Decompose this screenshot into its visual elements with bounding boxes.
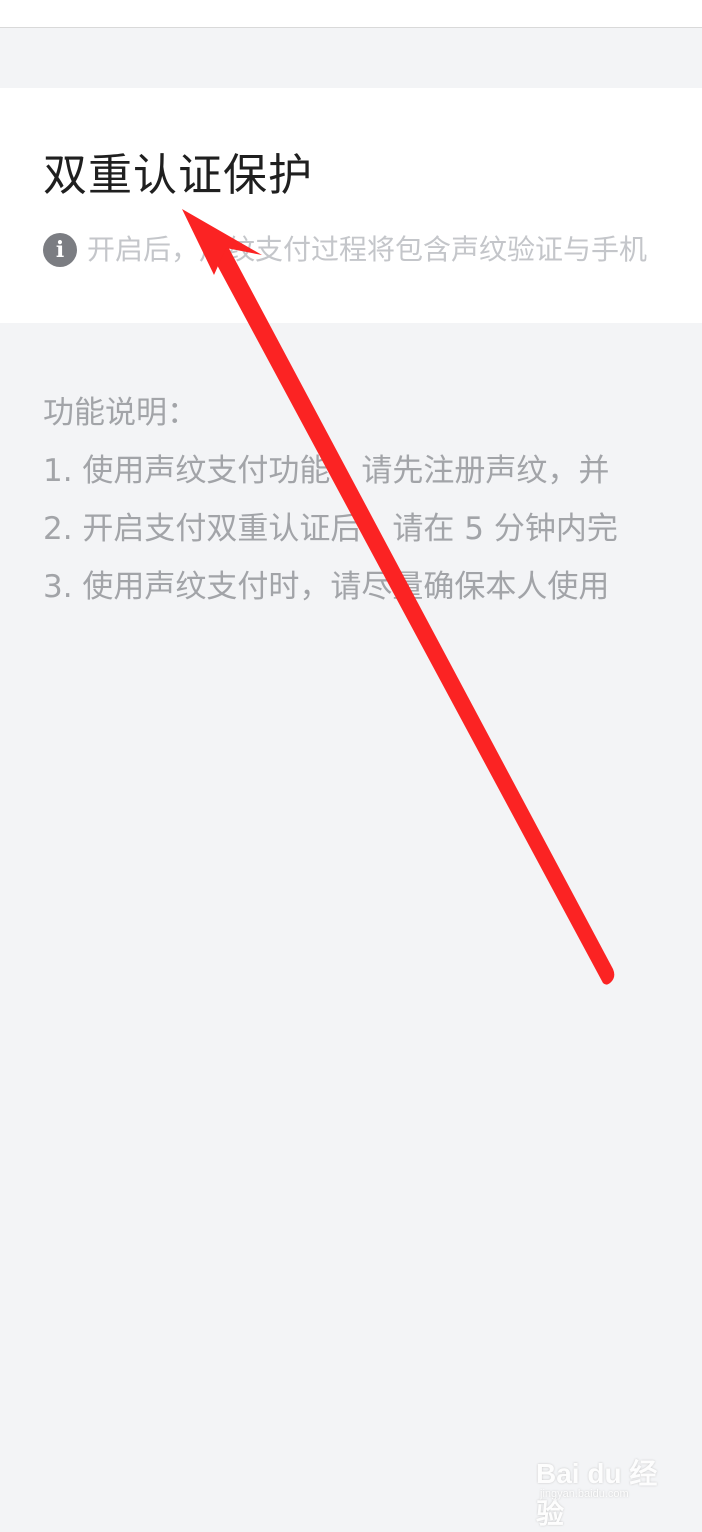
feature-description: 功能说明： 1. 使用声纹支付功能，请先注册声纹，并 2. 开启支付双重认证后，… [43, 384, 702, 616]
description-line-3: 3. 使用声纹支付时，请尽量确保本人使用 [43, 569, 610, 605]
description-line-2: 2. 开启支付双重认证后，请在 5 分钟内完 [43, 511, 618, 547]
top-bar [0, 0, 702, 28]
watermark-url: jingyan.baidu.com [540, 1488, 629, 1500]
info-row: i 开启后，声纹支付过程将包含声纹验证与手机 [43, 232, 647, 268]
description-line-1: 1. 使用声纹支付功能，请先注册声纹，并 [43, 453, 610, 489]
double-auth-card [0, 88, 702, 323]
card-title: 双重认证保护 [43, 150, 313, 201]
info-icon: i [43, 233, 77, 267]
baidu-jingyan-watermark: Bai du 经验 jingyan.baidu.com [534, 1438, 684, 1529]
info-text: 开启后，声纹支付过程将包含声纹验证与手机 [87, 233, 648, 266]
description-heading: 功能说明： [43, 395, 198, 431]
